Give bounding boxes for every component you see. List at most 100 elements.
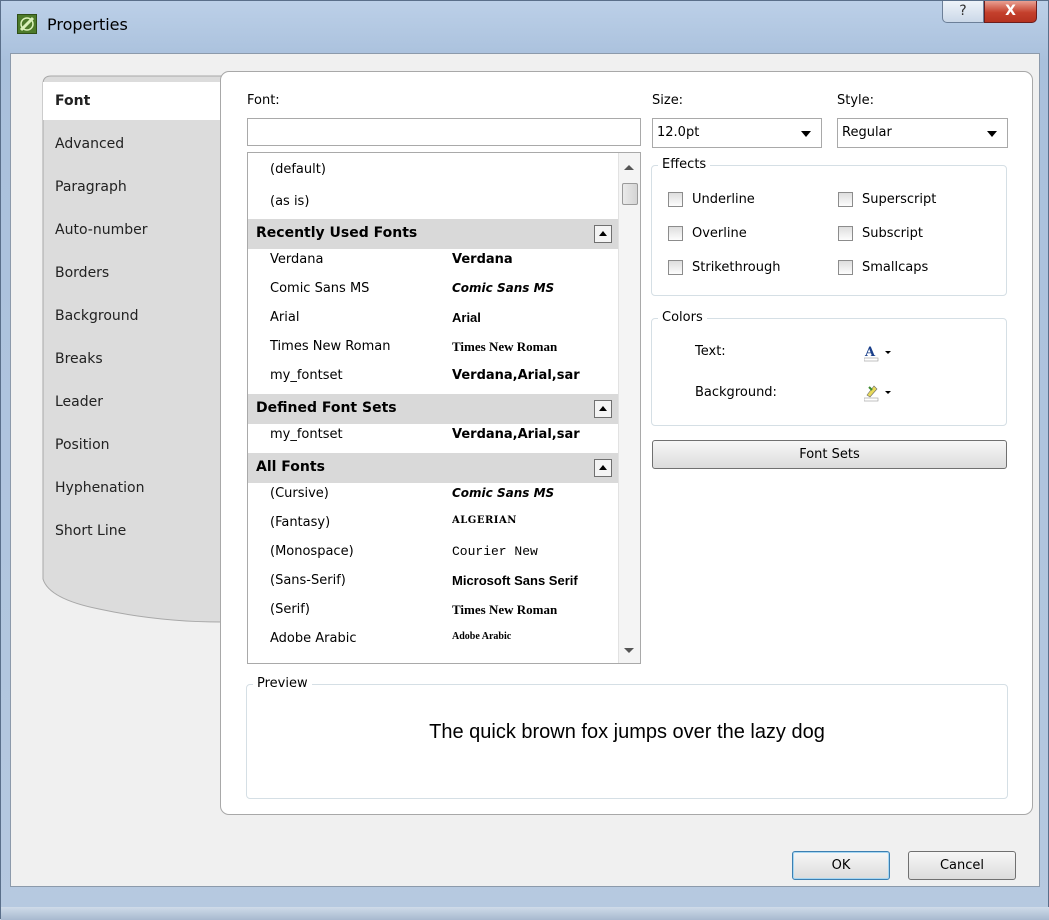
preview-group: Preview The quick brown fox jumps over t…	[246, 676, 1008, 799]
font-item-sample: Comic Sans MS	[452, 281, 555, 295]
font-item-name: Verdana	[270, 252, 324, 267]
colors-group: Colors Text: A Background:	[651, 310, 1007, 426]
font-item-sample: Courier New	[452, 544, 538, 559]
font-list-item[interactable]: (Serif) Times New Roman	[248, 599, 618, 628]
font-label: Font:	[247, 93, 280, 108]
effects-title: Effects	[658, 157, 711, 172]
font-item-name: (Sans-Serif)	[270, 573, 346, 588]
window-bottom-border	[1, 907, 1049, 920]
size-value: 12.0pt	[657, 125, 700, 140]
checkbox-box[interactable]	[838, 192, 853, 207]
font-item-sample: Times New Roman	[452, 602, 558, 617]
tab-leader[interactable]: Leader	[55, 383, 230, 421]
font-color-icon[interactable]: A	[863, 343, 894, 363]
font-list-item[interactable]: Comic Sans MS Comic Sans MS	[248, 278, 618, 307]
checkbox-box[interactable]	[668, 226, 683, 241]
font-item-name: (as is)	[270, 194, 310, 209]
font-list-item[interactable]: (as is)	[248, 187, 618, 217]
font-group-title: Defined Font Sets	[256, 400, 397, 416]
checkbox-label: Subscript	[862, 226, 923, 241]
font-item-name: my_fontset	[270, 427, 343, 442]
font-item-name: Arial	[270, 310, 300, 325]
cancel-button[interactable]: Cancel	[908, 851, 1016, 880]
font-item-sample: Times New Roman	[452, 339, 558, 354]
scroll-down-icon[interactable]	[624, 648, 634, 653]
checkbox-box[interactable]	[838, 260, 853, 275]
font-group-title: Recently Used Fonts	[256, 225, 418, 241]
font-list-item[interactable]: Adobe Arabic Adobe Arabic	[248, 628, 618, 657]
font-item-name: (Monospace)	[270, 544, 354, 559]
font-item-name: my_fontset	[270, 368, 343, 383]
font-item-sample: Verdana,Arial,sar	[452, 427, 580, 442]
text-color-label: Text:	[695, 344, 726, 359]
font-list-item[interactable]: Arial Arial	[248, 307, 618, 336]
font-item-sample: ALGERIAN	[452, 515, 517, 526]
font-list-item[interactable]: (Sans-Serif) Microsoft Sans Serif	[248, 570, 618, 599]
font-list-item[interactable]: (Fantasy) ALGERIAN	[248, 512, 618, 541]
app-icon	[17, 14, 37, 34]
checkbox-box[interactable]	[668, 192, 683, 207]
size-label: Size:	[652, 93, 684, 108]
help-button[interactable]: ?	[942, 1, 984, 23]
font-input[interactable]	[247, 118, 641, 146]
checkbox-label: Smallcaps	[862, 260, 929, 275]
tab-paragraph[interactable]: Paragraph	[55, 168, 230, 206]
ok-button[interactable]: OK	[792, 851, 890, 880]
colors-title: Colors	[658, 310, 707, 325]
checkbox-label: Overline	[692, 226, 747, 241]
background-color-label: Background:	[695, 385, 777, 400]
style-combo[interactable]: Regular	[837, 118, 1008, 148]
preview-title: Preview	[253, 676, 312, 691]
font-list-scrollbar[interactable]	[618, 153, 640, 663]
font-list-item[interactable]: (Monospace) Courier New	[248, 541, 618, 570]
checkbox-box[interactable]	[668, 260, 683, 275]
font-item-name: (default)	[270, 162, 326, 177]
font-sets-button[interactable]: Font Sets	[652, 440, 1007, 469]
font-item-sample: Verdana	[452, 252, 513, 267]
style-value: Regular	[842, 125, 892, 140]
font-group-header[interactable]: Defined Font Sets	[248, 394, 618, 424]
font-list-item[interactable]: (default)	[248, 155, 618, 185]
size-combo[interactable]: 12.0pt	[652, 118, 822, 148]
font-item-sample: Microsoft Sans Serif	[452, 573, 578, 588]
tab-position[interactable]: Position	[55, 426, 230, 464]
font-item-sample: Arial	[452, 310, 481, 325]
font-item-name: Times New Roman	[270, 339, 391, 354]
collapse-icon[interactable]	[594, 225, 612, 243]
dialog-body: Font Advanced Paragraph Auto-number Borders B…	[10, 53, 1040, 887]
font-item-name: Comic Sans MS	[270, 281, 370, 296]
tab-borders[interactable]: Borders	[55, 254, 230, 292]
collapse-icon[interactable]	[594, 459, 612, 477]
font-list-item[interactable]: my_fontset Verdana,Arial,sar	[248, 365, 618, 394]
tab-short-line[interactable]: Short Line	[55, 512, 230, 550]
font-list-item[interactable]: Verdana Verdana	[248, 249, 618, 278]
font-group-header[interactable]: All Fonts	[248, 453, 618, 483]
highlight-color-icon[interactable]	[863, 383, 894, 403]
title-bar[interactable]: Properties ? X	[1, 1, 1049, 53]
font-list-item[interactable]: Times New Roman Times New Roman	[248, 336, 618, 365]
font-group-header[interactable]: Recently Used Fonts	[248, 219, 618, 249]
font-item-sample: Verdana,Arial,sar	[452, 368, 580, 383]
tab-breaks[interactable]: Breaks	[55, 340, 230, 378]
close-button[interactable]: X	[984, 1, 1037, 23]
font-list[interactable]: (default) (as is) Recently Used Fonts Verda…	[247, 152, 641, 664]
font-list-item[interactable]: (Cursive) Comic Sans MS	[248, 483, 618, 512]
properties-dialog: Properties ? X Font Advanced Paragraph Auto…	[0, 0, 1049, 920]
tab-font[interactable]: Font	[55, 82, 230, 120]
font-list-item[interactable]: my_fontset Verdana,Arial,sar	[248, 424, 618, 453]
scroll-up-icon[interactable]	[624, 165, 634, 170]
tab-auto-number[interactable]: Auto-number	[55, 211, 230, 249]
font-tab-page: Font: Size: 12.0pt Style: Regular (defau…	[220, 71, 1033, 815]
tab-hyphenation[interactable]: Hyphenation	[55, 469, 230, 507]
checkbox-label: Underline	[692, 192, 755, 207]
window-title: Properties	[47, 15, 128, 34]
font-item-sample: Adobe Arabic	[452, 631, 512, 642]
tab-advanced[interactable]: Advanced	[55, 125, 230, 163]
scroll-thumb[interactable]	[622, 183, 638, 205]
tab-background[interactable]: Background	[55, 297, 230, 335]
checkbox-box[interactable]	[838, 226, 853, 241]
font-item-sample: Comic Sans MS	[452, 486, 555, 500]
style-label: Style:	[837, 93, 875, 108]
collapse-icon[interactable]	[594, 400, 612, 418]
effects-group: Effects Underline Superscript Overline Subs…	[651, 157, 1007, 296]
